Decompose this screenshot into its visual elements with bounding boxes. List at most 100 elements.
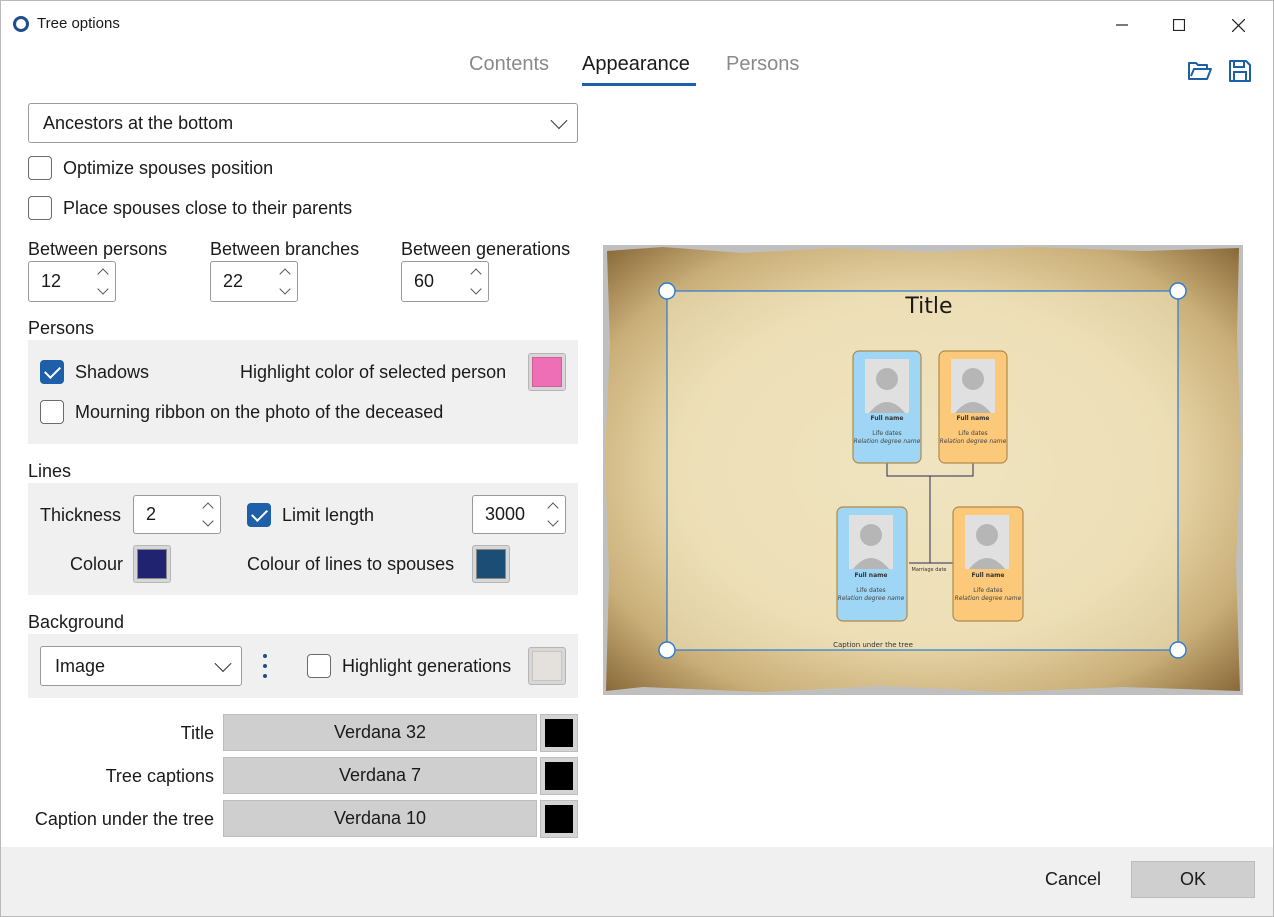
chevron-down-icon [214,655,232,673]
card-relation: Relation degree name [955,595,1022,602]
person-card[interactable]: Full name Life dates Relation degree nam… [952,506,1024,622]
length-stepper[interactable]: 3000 [472,495,566,534]
layout-dropdown[interactable]: Ancestors at the bottom [28,103,578,143]
thickness-stepper[interactable]: 2 [133,495,221,534]
highlight-color-swatch [532,357,562,387]
cancel-button[interactable]: Cancel [1027,861,1119,898]
limit-length-checkbox[interactable] [247,503,271,527]
between-persons-value: 12 [41,271,62,291]
card-dates: Life dates [856,587,885,594]
chevron-up-icon[interactable] [279,268,291,280]
resize-handle[interactable] [1169,641,1187,659]
spouse-line-colour-label: Colour of lines to spouses [247,554,455,574]
between-generations-value: 60 [414,271,435,291]
resize-handle[interactable] [658,641,676,659]
resize-handle[interactable] [658,282,676,300]
close-icon [1231,18,1245,32]
spouse-line-colour-button[interactable] [472,545,510,583]
maximize-button[interactable] [1156,11,1202,39]
optimize-spouses-label: Optimize spouses position [63,158,274,178]
thickness-label: Thickness [40,505,122,525]
save-icon [1229,60,1251,82]
highlight-generations-color-button[interactable] [528,647,566,685]
chevron-up-icon[interactable] [97,268,109,280]
caption-under-tree-font-color-button[interactable] [540,800,578,838]
tree-options-dialog: Tree options Contents Appearance Persons… [0,0,1274,917]
kebab-dot [263,654,267,658]
chevron-up-icon[interactable] [547,502,559,514]
caption-under-tree-font-button[interactable]: Verdana 10 [223,800,537,837]
chevron-down-icon[interactable] [470,283,482,295]
close-button[interactable] [1215,11,1261,39]
highlight-color-label: Highlight color of selected person [240,362,507,382]
folder-open-icon [1188,62,1212,80]
app-icon [13,16,29,32]
limit-length-label: Limit length [282,505,375,525]
save-button[interactable] [1226,57,1254,85]
chevron-down-icon[interactable] [547,515,559,527]
persons-group [28,340,578,444]
between-persons-label: Between persons [28,239,168,259]
marriage-date-label: Marriage date [912,567,947,573]
title-font-button[interactable]: Verdana 32 [223,714,537,751]
preview-title: Title [904,294,952,319]
between-persons-stepper[interactable]: 12 [28,261,116,302]
title-font-label: Title [180,723,214,743]
title-bar[interactable]: Tree options [1,1,1273,47]
highlight-color-button[interactable] [528,353,566,391]
tree-preview[interactable]: Title Full name Life dates Relation degr… [603,245,1243,695]
tab-appearance[interactable]: Appearance [582,53,690,87]
card-relation: Relation degree name [854,438,921,445]
title-font-color-button[interactable] [540,714,578,752]
between-branches-value: 22 [223,271,244,291]
open-file-button[interactable] [1186,57,1214,85]
ok-button[interactable]: OK [1131,861,1255,898]
persons-section-label: Persons [28,318,95,338]
caption-under-tree: Caption under the tree [833,641,913,649]
kebab-dot [263,664,267,668]
line-colour-button[interactable] [133,545,171,583]
background-type-dropdown[interactable]: Image [40,646,242,686]
tree-captions-font-color-button[interactable] [540,757,578,795]
dialog-footer: Cancel OK [1,847,1273,916]
active-tab-indicator [582,83,696,86]
person-card[interactable]: Full name Life dates Relation degree nam… [938,350,1008,464]
chevron-down-icon[interactable] [202,515,214,527]
chevron-down-icon[interactable] [279,283,291,295]
more-options-icon[interactable] [263,654,267,678]
chevron-down-icon[interactable] [97,283,109,295]
layout-dropdown-value: Ancestors at the bottom [43,112,234,133]
highlight-generations-checkbox[interactable] [307,654,331,678]
tab-contents[interactable]: Contents [469,53,549,87]
optimize-spouses-checkbox[interactable] [28,156,52,180]
person-card[interactable]: Full name Life dates Relation degree nam… [836,506,908,622]
shadows-label: Shadows [75,362,150,382]
caption-under-tree-font-label: Caption under the tree [34,809,214,829]
tree-captions-font-label: Tree captions [105,766,214,786]
background-section-label: Background [28,612,125,632]
resize-handle[interactable] [1169,282,1187,300]
highlight-generations-label: Highlight generations [342,656,512,676]
shadows-checkbox[interactable] [40,360,64,384]
tree-captions-font-color-swatch [545,762,573,790]
preview-canvas: Title Full name Life dates Relation degr… [603,245,1243,695]
between-branches-stepper[interactable]: 22 [210,261,298,302]
lines-section-label: Lines [28,461,72,481]
minimize-button[interactable] [1099,11,1145,39]
chevron-up-icon[interactable] [202,502,214,514]
card-dates: Life dates [958,430,987,437]
between-generations-stepper[interactable]: 60 [401,261,489,302]
tab-persons[interactable]: Persons [726,53,799,87]
length-value: 3000 [485,504,526,524]
window-title: Tree options [37,15,120,32]
line-colour-swatch [137,549,167,579]
thickness-value: 2 [146,504,157,524]
person-card[interactable]: Full name Life dates Relation degree nam… [852,350,922,464]
mourning-ribbon-checkbox[interactable] [40,400,64,424]
place-spouses-checkbox[interactable] [28,196,52,220]
chevron-up-icon[interactable] [470,268,482,280]
tree-captions-font-button[interactable]: Verdana 7 [223,757,537,794]
card-name: Full name [855,572,888,579]
card-name: Full name [972,572,1005,579]
mourning-ribbon-label: Mourning ribbon on the photo of the dece… [75,402,444,422]
